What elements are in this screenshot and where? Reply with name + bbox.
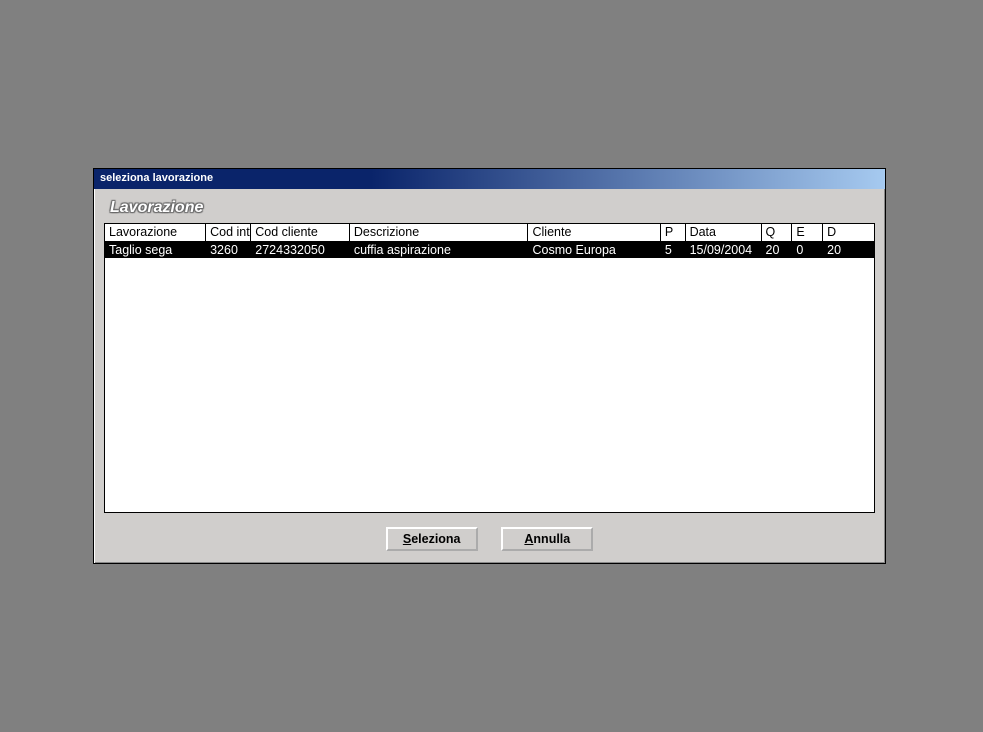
table-cell: 5 xyxy=(660,241,685,258)
dialog-button-row: Seleziona Annulla xyxy=(104,527,875,551)
dialog-titlebar[interactable]: seleziona lavorazione xyxy=(94,169,885,189)
seleziona-button[interactable]: Seleziona xyxy=(386,527,478,551)
table-cell: Cosmo Europa xyxy=(528,241,660,258)
table-cell: 2724332050 xyxy=(251,241,350,258)
lavorazione-table: LavorazioneCod intCod clienteDescrizione… xyxy=(105,224,874,258)
dialog-seleziona-lavorazione: seleziona lavorazione Lavorazione Lavora… xyxy=(93,168,886,564)
dialog-subtitle: Lavorazione xyxy=(110,199,875,217)
column-header[interactable]: E xyxy=(792,224,823,241)
annulla-button[interactable]: Annulla xyxy=(501,527,593,551)
table-cell: 3260 xyxy=(206,241,251,258)
table-cell: Taglio sega xyxy=(105,241,206,258)
column-header[interactable]: Cod cliente xyxy=(251,224,350,241)
table-cell: 20 xyxy=(761,241,792,258)
table-cell: cuffia aspirazione xyxy=(349,241,528,258)
column-header[interactable]: D xyxy=(823,224,874,241)
column-header[interactable]: Lavorazione xyxy=(105,224,206,241)
grid-container: LavorazioneCod intCod clienteDescrizione… xyxy=(104,223,875,513)
column-header[interactable]: Cliente xyxy=(528,224,660,241)
table-row[interactable]: Taglio sega32602724332050cuffia aspirazi… xyxy=(105,241,874,258)
dialog-body: Lavorazione LavorazioneCod intCod client… xyxy=(94,189,885,563)
column-header[interactable]: Q xyxy=(761,224,792,241)
table-cell: 15/09/2004 xyxy=(685,241,761,258)
column-header[interactable]: Descrizione xyxy=(349,224,528,241)
column-header[interactable]: Data xyxy=(685,224,761,241)
table-cell: 20 xyxy=(823,241,874,258)
table-header-row: LavorazioneCod intCod clienteDescrizione… xyxy=(105,224,874,241)
column-header[interactable]: P xyxy=(660,224,685,241)
table-cell: 0 xyxy=(792,241,823,258)
column-header[interactable]: Cod int xyxy=(206,224,251,241)
